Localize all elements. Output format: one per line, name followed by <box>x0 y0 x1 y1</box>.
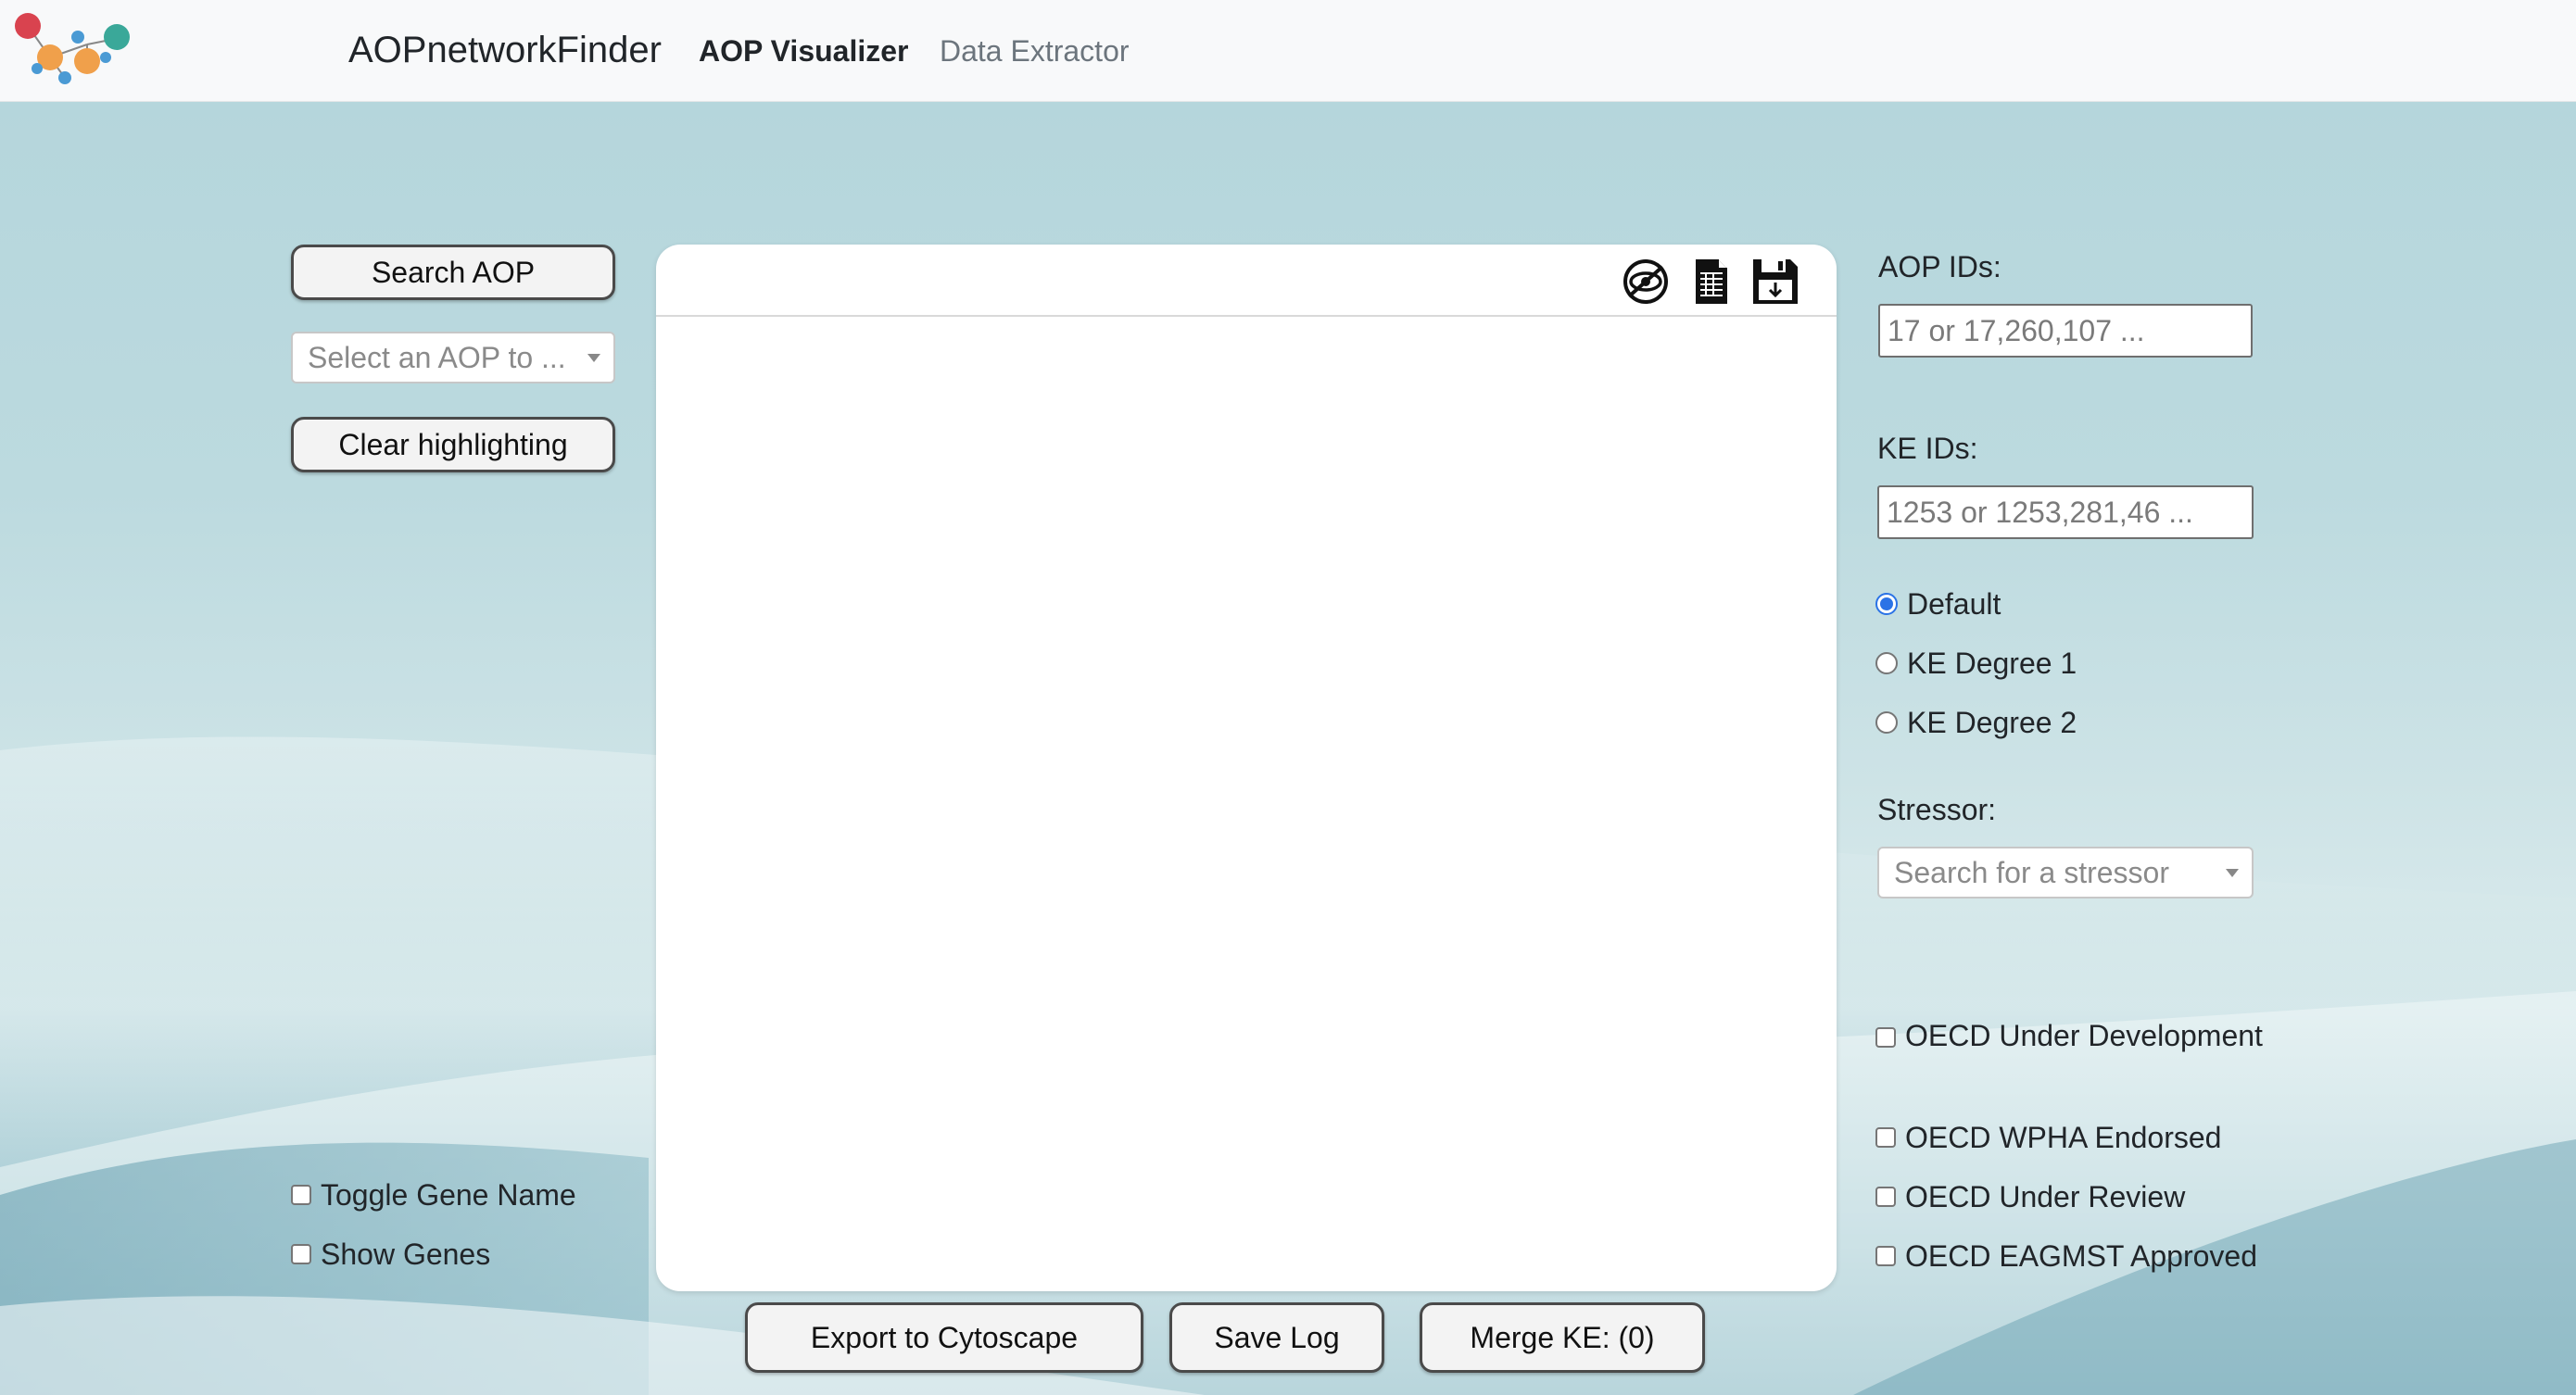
aop-select-placeholder: Select an AOP to ... <box>308 340 566 374</box>
toggle-gene-name-checkbox[interactable]: Toggle Gene Name <box>291 1176 576 1213</box>
save-log-button[interactable]: Save Log <box>1169 1302 1384 1373</box>
oecd-eagmst-approved-checkbox[interactable]: OECD EAGMST Approved <box>1875 1238 2257 1275</box>
stressor-label: Stressor: <box>1877 793 1997 826</box>
radio-button-checked[interactable] <box>1875 593 1898 615</box>
checkbox-box[interactable] <box>291 1185 311 1205</box>
show-genes-label: Show Genes <box>321 1238 491 1271</box>
clear-highlighting-button[interactable]: Clear highlighting <box>291 417 615 472</box>
oecd-wpha-endorsed-checkbox[interactable]: OECD WPHA Endorsed <box>1875 1119 2221 1156</box>
radio-button[interactable] <box>1875 711 1898 734</box>
oecd-under-development-label: OECD Under Development <box>1905 1019 2263 1052</box>
radio-button[interactable] <box>1875 652 1898 674</box>
checkbox-box[interactable] <box>291 1244 311 1264</box>
nav-link-aop-visualizer[interactable]: AOP Visualizer <box>699 31 908 70</box>
oecd-under-review-label: OECD Under Review <box>1905 1180 2186 1213</box>
oecd-eagmst-approved-label: OECD EAGMST Approved <box>1905 1239 2257 1273</box>
canvas-toolbar <box>656 245 1837 317</box>
checkbox-box[interactable] <box>1875 1127 1896 1148</box>
brand-title[interactable]: AOPnetworkFinder <box>348 28 662 72</box>
export-to-cytoscape-button[interactable]: Export to Cytoscape <box>745 1302 1143 1373</box>
aop-ids-input[interactable] <box>1878 304 2253 358</box>
checkbox-box[interactable] <box>1875 1187 1896 1207</box>
hide-icon[interactable] <box>1620 256 1672 308</box>
top-navbar: AOPnetworkFinder AOP Visualizer Data Ext… <box>0 0 2576 102</box>
toggle-gene-name-label: Toggle Gene Name <box>321 1178 576 1212</box>
save-icon[interactable] <box>1749 256 1801 308</box>
show-genes-checkbox[interactable]: Show Genes <box>291 1236 490 1273</box>
merge-ke-button[interactable]: Merge KE: (0) <box>1420 1302 1705 1373</box>
chevron-down-icon <box>2226 869 2239 877</box>
oecd-under-review-checkbox[interactable]: OECD Under Review <box>1875 1178 2185 1215</box>
radio-ke-degree-1[interactable]: KE Degree 1 <box>1875 645 2077 682</box>
aop-ids-label: AOP IDs: <box>1878 250 2001 283</box>
network-graph-area[interactable] <box>656 319 1837 1291</box>
radio-default[interactable]: Default <box>1875 585 2001 622</box>
search-aop-button[interactable]: Search AOP <box>291 245 615 300</box>
radio-ke-degree-2[interactable]: KE Degree 2 <box>1875 704 2077 741</box>
ke-ids-input[interactable] <box>1877 485 2254 539</box>
chevron-down-icon <box>587 354 600 362</box>
radio-default-label: Default <box>1907 587 2001 621</box>
oecd-under-development-checkbox[interactable]: OECD Under Development <box>1875 1013 2265 1058</box>
oecd-wpha-endorsed-label: OECD WPHA Endorsed <box>1905 1121 2222 1154</box>
aop-network-logo-icon[interactable] <box>13 9 133 93</box>
stressor-select-placeholder: Search for a stressor <box>1894 855 2169 889</box>
nav-link-data-extractor[interactable]: Data Extractor <box>940 31 1130 70</box>
document-icon[interactable] <box>1685 256 1736 308</box>
stressor-select-dropdown[interactable]: Search for a stressor <box>1877 847 2254 899</box>
network-canvas-panel <box>656 245 1837 1291</box>
ke-ids-label: KE IDs: <box>1877 432 1978 465</box>
radio-ke-degree-2-label: KE Degree 2 <box>1907 706 2077 739</box>
radio-ke-degree-1-label: KE Degree 1 <box>1907 647 2077 680</box>
checkbox-box[interactable] <box>1875 1246 1896 1266</box>
aop-select-dropdown[interactable]: Select an AOP to ... <box>291 332 615 383</box>
checkbox-box[interactable] <box>1875 1027 1896 1048</box>
